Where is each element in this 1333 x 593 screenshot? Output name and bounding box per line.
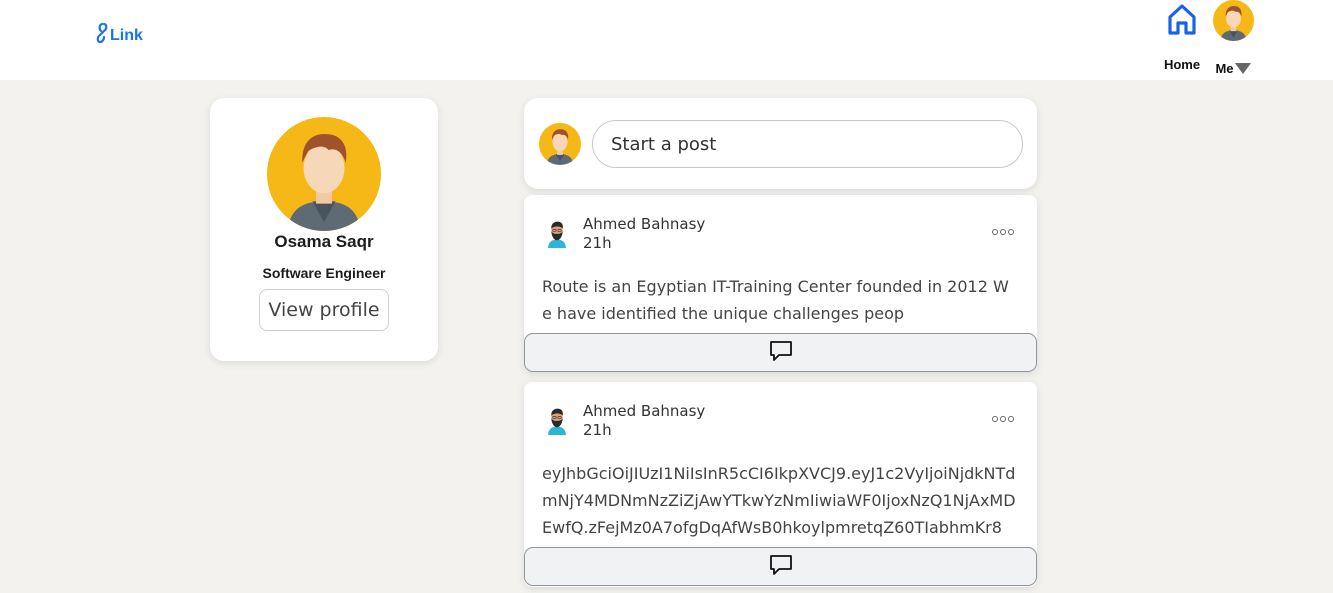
nav-avatar — [1213, 0, 1254, 46]
nav-me-menu[interactable]: Me — [1210, 0, 1256, 80]
home-icon — [1167, 3, 1197, 37]
nav-me-label: Me — [1215, 61, 1234, 76]
caret-down-icon — [1234, 63, 1251, 74]
more-options-icon[interactable] — [992, 416, 1014, 422]
post-author[interactable]: Ahmed Bahnasy — [583, 402, 705, 420]
profile-avatar — [267, 117, 381, 236]
nav-home-label: Home — [1163, 57, 1201, 72]
post-time: 21h — [583, 421, 612, 439]
comment-button[interactable] — [524, 547, 1037, 586]
start-post-input[interactable]: Start a post — [592, 120, 1023, 168]
profile-name: Osama Saqr — [274, 232, 374, 251]
link-icon — [96, 22, 110, 49]
top-navbar: Link Home Me — [0, 0, 1333, 80]
feed-post: Ahmed Bahnasy 21h eyJhbGciOiJIUzI1NiIsIn… — [524, 382, 1037, 587]
navbar-container: Link Home Me — [60, 0, 1272, 80]
author-avatar[interactable] — [542, 401, 572, 444]
composer-avatar — [537, 123, 583, 170]
comment-icon — [768, 553, 794, 580]
post-author[interactable]: Ahmed Bahnasy — [583, 215, 705, 233]
post-body: eyJhbGciOiJIUzI1NiIsInR5cCI6IkpXVCJ9.eyJ… — [542, 464, 1016, 537]
feed-post: Ahmed Bahnasy 21h Route is an Egyptian I… — [524, 195, 1037, 372]
comment-icon — [768, 339, 794, 366]
view-profile-button[interactable]: View profile — [259, 289, 389, 331]
logo-text: Link — [110, 26, 143, 44]
more-options-icon[interactable] — [992, 229, 1014, 235]
comment-button[interactable] — [524, 333, 1037, 372]
post-time: 21h — [583, 234, 612, 252]
brand-logo[interactable]: Link — [96, 22, 143, 49]
profile-title: Software Engineer — [262, 265, 386, 281]
nav-home[interactable]: Home — [1160, 0, 1204, 80]
post-composer: Start a post — [524, 98, 1037, 189]
profile-card: Osama Saqr Software Engineer View profil… — [210, 98, 438, 361]
post-body: Route is an Egyptian IT-Training Center … — [542, 277, 1009, 323]
author-avatar[interactable] — [542, 214, 572, 257]
